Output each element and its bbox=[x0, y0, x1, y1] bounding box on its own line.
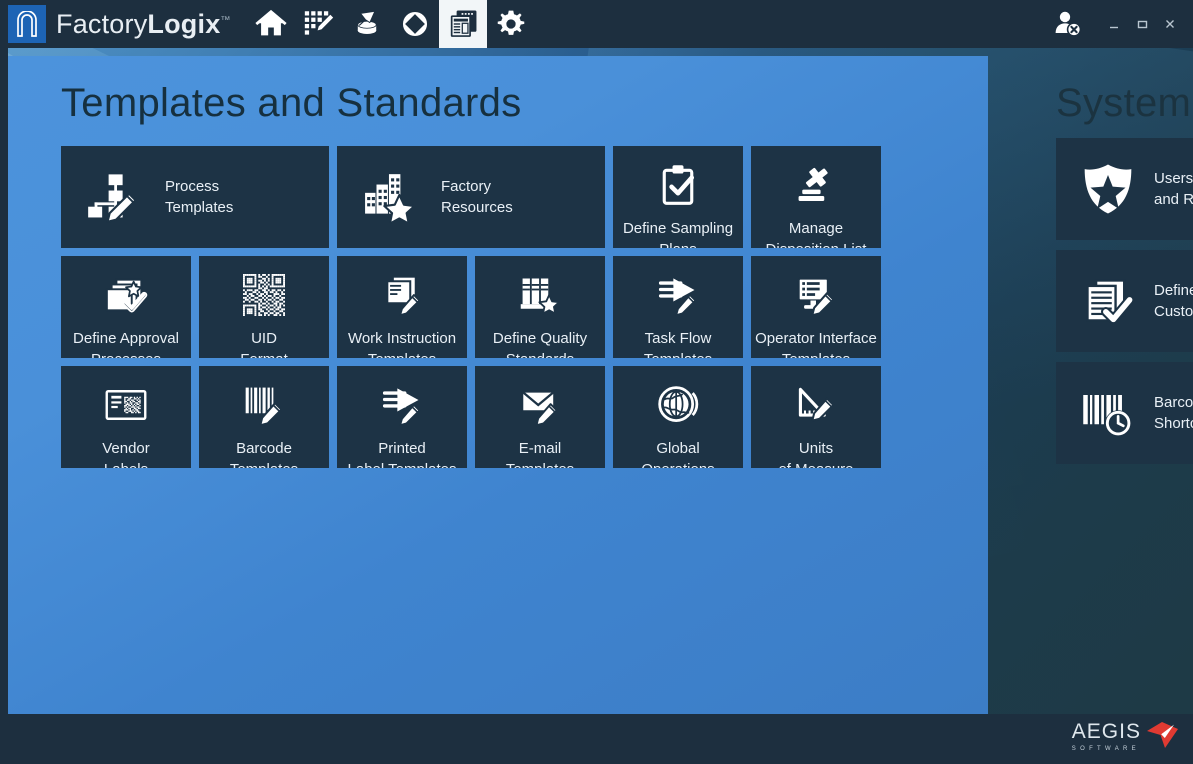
tile-label: Define Sampling Plans bbox=[613, 218, 743, 248]
clipboard-check-icon bbox=[650, 160, 706, 210]
tile-vendor-labels[interactable]: Vendor Labels bbox=[61, 366, 191, 468]
aegis-arrow-mark-icon bbox=[1145, 720, 1179, 755]
system-panel-title: System bbox=[1056, 81, 1191, 126]
tile-label: Units of Measure bbox=[751, 438, 881, 468]
envelope-pencil-icon bbox=[512, 380, 568, 430]
aegis-subtitle: SOFTWARE bbox=[1072, 745, 1141, 753]
tile-label: Factory Resources bbox=[441, 176, 513, 218]
tile-label: Work Instruction Templates bbox=[337, 328, 467, 358]
tile-label: Define Approval Processes bbox=[61, 328, 191, 358]
tile-label: Barco Shortc bbox=[1154, 392, 1193, 434]
document-approval-icon bbox=[98, 270, 154, 320]
tile-label: Printed Label Templates bbox=[337, 438, 467, 468]
tile-manage-disposition-list[interactable]: Manage Disposition List bbox=[751, 146, 881, 248]
materials-icon[interactable] bbox=[343, 0, 391, 48]
shield-star-icon bbox=[1072, 153, 1144, 225]
ruler-pencil-icon bbox=[788, 380, 844, 430]
arrow-pencil-icon bbox=[650, 270, 706, 320]
main-navigation bbox=[247, 0, 535, 48]
tile-uid-format[interactable]: UID Format bbox=[199, 256, 329, 358]
tile-barcode-shortcuts[interactable]: Barco Shortc bbox=[1056, 362, 1193, 464]
tile-factory-resources[interactable]: Factory Resources bbox=[337, 146, 605, 248]
gavel-icon bbox=[788, 160, 844, 210]
brand-primary: Factory bbox=[56, 9, 147, 39]
window-left-edge bbox=[0, 48, 8, 764]
templates-and-standards-panel: Templates and Standards Process Template… bbox=[8, 56, 988, 716]
production-icon[interactable] bbox=[391, 0, 439, 48]
documents-pencil-icon bbox=[374, 270, 430, 320]
tile-label: Operator Interface Templates bbox=[751, 328, 881, 358]
tile-label: Process Templates bbox=[165, 176, 233, 218]
tile-users-and-roles[interactable]: Users and R bbox=[1056, 138, 1193, 240]
tile-work-instruction-templates[interactable]: Work Instruction Templates bbox=[337, 256, 467, 358]
tile-define-approval-processes[interactable]: Define Approval Processes bbox=[61, 256, 191, 358]
aegis-software-logo: AEGIS SOFTWARE bbox=[1072, 722, 1179, 755]
brand-secondary: Logix bbox=[147, 9, 220, 39]
settings-gear-icon[interactable] bbox=[487, 0, 535, 48]
arrow-pencil-icon bbox=[374, 380, 430, 430]
maximize-button[interactable] bbox=[1129, 9, 1155, 39]
minimize-button[interactable] bbox=[1101, 9, 1127, 39]
factorylogix-logo-icon bbox=[8, 5, 46, 43]
tile-printed-label-templates[interactable]: Printed Label Templates bbox=[337, 366, 467, 468]
tile-label: Vendor Labels bbox=[61, 438, 191, 468]
home-icon[interactable] bbox=[247, 0, 295, 48]
brand-wordmark: FactoryLogix™ bbox=[56, 9, 231, 40]
application-titlebar: FactoryLogix™ bbox=[0, 0, 1193, 48]
qr-code-icon bbox=[236, 270, 292, 320]
tile-operator-interface-templates[interactable]: Operator Interface Templates bbox=[751, 256, 881, 358]
tile-define-quality-standards[interactable]: Define Quality Standards bbox=[475, 256, 605, 358]
templates-standards-icon[interactable] bbox=[439, 0, 487, 48]
barcode-pencil-icon bbox=[236, 380, 292, 430]
desktop-background: Templates and Standards Process Template… bbox=[0, 48, 1193, 764]
trademark-symbol: ™ bbox=[220, 15, 230, 26]
aegis-wordmark: AEGIS bbox=[1072, 722, 1141, 742]
tile-label: E-mail Templates bbox=[475, 438, 605, 468]
tile-label: Global Operations bbox=[613, 438, 743, 468]
monitor-pencil-icon bbox=[788, 270, 844, 320]
tile-label: UID Format bbox=[199, 328, 329, 358]
system-panel: System Users and R Define Custo Barco Shor… bbox=[1056, 56, 1193, 716]
window-controls bbox=[1047, 0, 1193, 48]
globe-icon bbox=[650, 380, 706, 430]
tile-label: Manage Disposition List bbox=[751, 218, 881, 248]
tile-process-templates[interactable]: Process Templates bbox=[61, 146, 329, 248]
tile-email-templates[interactable]: E-mail Templates bbox=[475, 366, 605, 468]
tile-label: Users and R bbox=[1154, 168, 1193, 210]
tile-define-custom-fields[interactable]: Define Custo bbox=[1056, 250, 1193, 352]
page-title: Templates and Standards bbox=[61, 81, 522, 126]
barcode-clock-icon bbox=[1072, 377, 1144, 449]
books-star-icon bbox=[512, 270, 568, 320]
tile-label: Barcode Templates bbox=[199, 438, 329, 468]
user-logout-icon[interactable] bbox=[1047, 3, 1089, 45]
vendor-label-icon bbox=[98, 380, 154, 430]
close-button[interactable] bbox=[1157, 9, 1183, 39]
tile-label: Define Quality Standards bbox=[475, 328, 605, 358]
tile-label: Task Flow Templates bbox=[613, 328, 743, 358]
tile-units-of-measure[interactable]: Units of Measure bbox=[751, 366, 881, 468]
application-statusbar: AEGIS SOFTWARE bbox=[0, 714, 1193, 764]
factorylogix-application-window: Templates and Standards Process Template… bbox=[0, 0, 1193, 764]
tile-task-flow-templates[interactable]: Task Flow Templates bbox=[613, 256, 743, 358]
process-flow-pencil-icon bbox=[75, 161, 153, 233]
tile-define-sampling-plans[interactable]: Define Sampling Plans bbox=[613, 146, 743, 248]
factory-star-icon bbox=[351, 161, 429, 233]
product-design-icon[interactable] bbox=[295, 0, 343, 48]
tile-barcode-templates[interactable]: Barcode Templates bbox=[199, 366, 329, 468]
documents-check-icon bbox=[1072, 265, 1144, 337]
tile-label: Define Custo bbox=[1154, 280, 1193, 322]
tile-global-operations[interactable]: Global Operations bbox=[613, 366, 743, 468]
